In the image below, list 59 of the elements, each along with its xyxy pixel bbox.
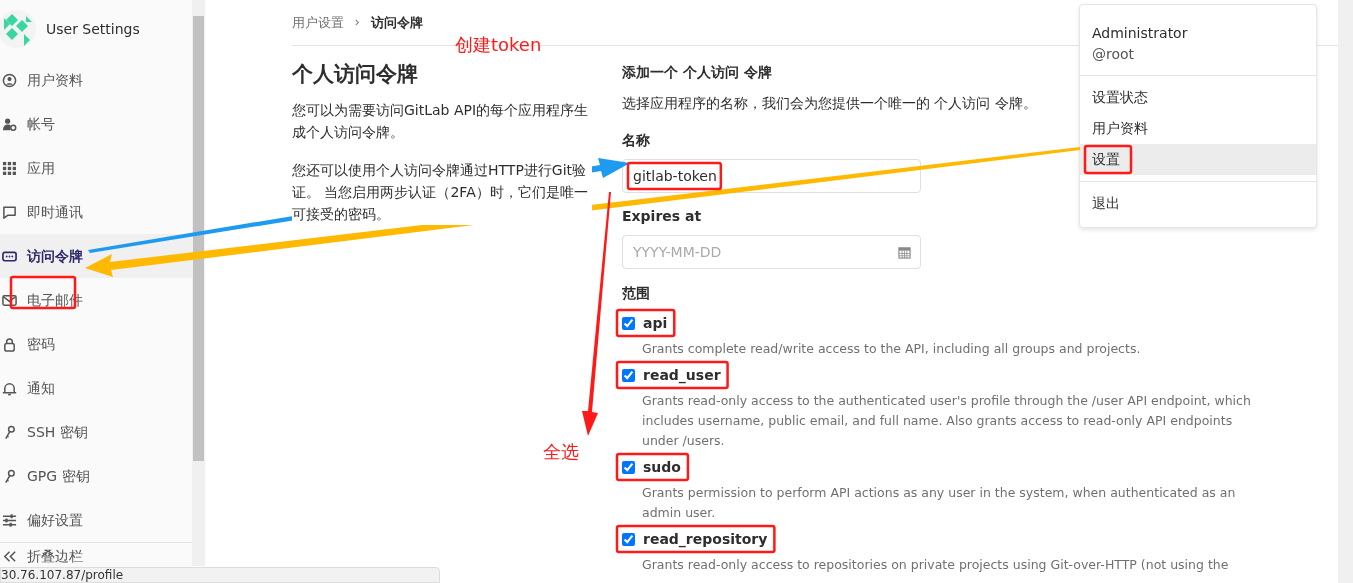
user-name: Administrator [1092,24,1189,43]
checkbox[interactable] [622,368,635,382]
menu-item[interactable]: 设置状态 [1080,82,1316,113]
scope-description: Grants permission to perform API actions as any user in the system, when authenticated as an admin user. [641,484,1237,522]
scope-label: read_user [643,367,721,383]
sidebar-item[interactable]: 通知 [0,366,192,410]
lock-icon [2,336,17,352]
token-icon [2,248,17,264]
sidebar-item[interactable]: GPG 密钥 [0,454,192,498]
scope-description: Grants read-only access to the authenticated user's profile through the /user API endpoint, which includes username, public email, and full name. Also grants access to read-only API endpoints under /users. [641,392,1252,450]
grid-icon [2,160,17,176]
field-label: 范围 [622,284,650,303]
menu-item[interactable]: 用户资料 [1080,113,1316,144]
sidebar-item[interactable]: 偏好设置 [0,498,192,542]
url-tooltip: 30.76.107.87/profile [0,567,440,583]
sidebar-item[interactable]: 帐号 [0,102,192,146]
checkbox[interactable] [622,460,635,474]
chevron-icon [354,19,361,26]
breadcrumb-link[interactable]: 用户设置 [292,12,344,33]
menu-item[interactable]: 退出 [1080,188,1316,219]
scrollbar[interactable] [192,0,205,566]
key-icon [2,468,17,484]
double-chevron-icon [2,548,17,564]
mail-icon [2,292,17,308]
annotation-text: 创建token [455,35,542,55]
user-icon [2,72,17,88]
chat-icon [2,204,17,220]
scope-description: Grants read-only access to repositories on private projects using Git-over-HTTP (not using the [641,556,1230,574]
annotation-text: 全选 [543,442,579,462]
section-title: 添加一个 个人访问 令牌 [622,63,773,82]
checkbox[interactable] [622,532,635,546]
collapse-sidebar-button[interactable]: 折叠边栏 [0,545,192,567]
page-title: 个人访问令牌 [292,62,419,88]
sidebar-item[interactable]: SSH 密钥 [0,410,192,454]
field-label: Expires at [622,207,702,226]
sidebar-item[interactable]: 即时通讯 [0,190,192,234]
sidebar-item[interactable]: 应用 [0,146,192,190]
sidebar-item[interactable]: 密码 [0,322,192,366]
scope-description: Grants complete read/write access to the API, including all groups and projects. [641,340,1142,358]
checkbox[interactable] [622,316,635,330]
field-label: 名称 [622,131,650,150]
highlight-box [615,308,676,338]
scope-label: api [643,315,668,331]
date-input[interactable]: YYYY-MM-DD [622,235,921,269]
scope-label: read_repository [643,531,768,547]
sidebar-title: User Settings [46,19,140,39]
scrollbar[interactable] [1338,0,1353,583]
sidebar-item[interactable]: 用户资料 [0,58,192,102]
key-icon [2,424,17,440]
scope-label: sudo [643,459,681,475]
section-description: 选择应用程序的名称，我们会为您提供一个唯一的 个人访问 令牌。 [622,94,1037,113]
user-gear-icon [2,116,17,132]
bell-icon [2,380,17,396]
calendar-icon [898,246,911,259]
menu-item[interactable]: 设置 [1080,144,1316,175]
highlight-box [1083,144,1133,175]
sliders-icon [2,512,17,528]
username: @root [1092,45,1136,64]
breadcrumb-link[interactable]: 访问令牌 [371,12,423,33]
